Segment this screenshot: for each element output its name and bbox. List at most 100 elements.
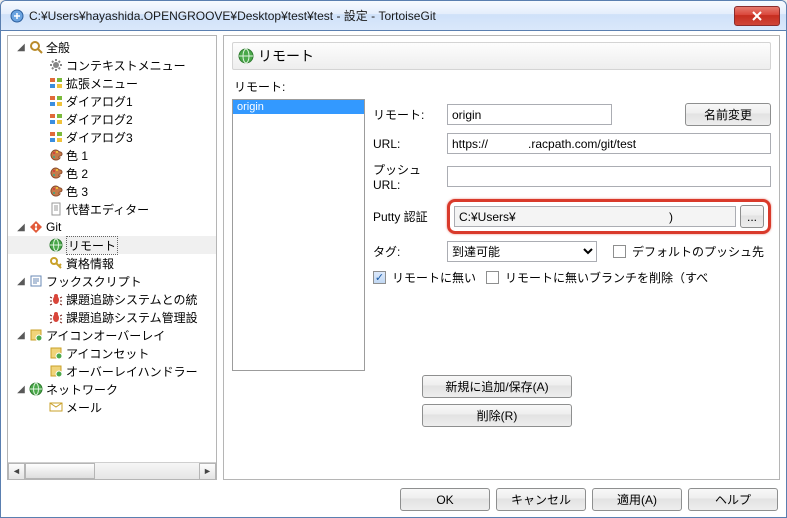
titlebar[interactable]: C:¥Users¥hayashida.OPENGROOVE¥Desktop¥te… xyxy=(1,1,786,31)
close-icon xyxy=(751,11,763,21)
tree-item-リモート[interactable]: リモート xyxy=(8,236,216,254)
section-title: リモート xyxy=(258,46,314,66)
push-url-input[interactable] xyxy=(447,166,771,187)
tree-item-label: リモート xyxy=(66,236,118,255)
gear-icon xyxy=(48,57,64,73)
close-button[interactable] xyxy=(734,6,780,26)
section-header: リモート xyxy=(232,42,771,70)
tree-item-label: 拡張メニュー xyxy=(66,75,138,92)
git-icon xyxy=(28,219,44,235)
tree-item-label: ダイアログ2 xyxy=(66,111,133,128)
tree-item-アイコンオーバーレイ[interactable]: ◢ アイコンオーバーレイ xyxy=(8,326,216,344)
expand-toggle[interactable]: ◢ xyxy=(14,384,28,395)
add-save-button[interactable]: 新規に追加/保存(A) xyxy=(422,375,572,398)
browse-button[interactable]: ... xyxy=(740,205,764,228)
hook-icon xyxy=(28,273,44,289)
tree-item-label: オーバーレイハンドラー xyxy=(66,363,198,380)
tree-item-label: 課題追跡システムとの統 xyxy=(66,291,198,308)
mail-icon xyxy=(48,399,64,415)
help-button[interactable]: ヘルプ xyxy=(688,488,778,511)
tree-item-代替エディター[interactable]: 代替エディター xyxy=(8,200,216,218)
win-icon xyxy=(48,129,64,145)
settings-tree[interactable]: ◢ 全般コンテキストメニュー拡張メニューダイアログ1ダイアログ2ダイアログ3色 1… xyxy=(8,36,216,462)
tree-item-フックスクリプト[interactable]: ◢フックスクリプト xyxy=(8,272,216,290)
tree-item-ダイアログ3[interactable]: ダイアログ3 xyxy=(8,128,216,146)
delete-button[interactable]: 削除(R) xyxy=(422,404,572,427)
tree-item-Git[interactable]: ◢ Git xyxy=(8,218,216,236)
tree-item-label: 全般 xyxy=(46,39,70,56)
tree-item-label: アイコンセット xyxy=(66,345,149,362)
remote-name-input[interactable] xyxy=(447,104,612,125)
default-push-label: デフォルトのプッシュ先 xyxy=(632,243,764,260)
tree-item-課題追跡システム管理設[interactable]: 課題追跡システム管理設 xyxy=(8,308,216,326)
scroll-track[interactable] xyxy=(25,463,199,479)
win-icon xyxy=(48,75,64,91)
tree-hscrollbar[interactable]: ◄ ► xyxy=(8,462,216,479)
tree-item-label: 代替エディター xyxy=(66,201,149,218)
window-title: C:¥Users¥hayashida.OPENGROOVE¥Desktop¥te… xyxy=(29,7,734,24)
bug-icon xyxy=(48,309,64,325)
overlay-icon xyxy=(48,363,64,379)
scroll-thumb[interactable] xyxy=(25,463,95,479)
win-icon xyxy=(48,93,64,109)
tree-item-ダイアログ2[interactable]: ダイアログ2 xyxy=(8,110,216,128)
rename-button[interactable]: 名前変更 xyxy=(685,103,771,126)
putty-key-input[interactable] xyxy=(454,206,736,227)
tree-item-課題追跡システムとの統[interactable]: 課題追跡システムとの統 xyxy=(8,290,216,308)
default-push-checkbox[interactable] xyxy=(613,245,626,258)
tree-item-label: ダイアログ1 xyxy=(66,93,133,110)
ok-button[interactable]: OK xyxy=(400,488,490,511)
palette-icon xyxy=(48,183,64,199)
overlay-icon xyxy=(48,345,64,361)
tree-item-label: Git xyxy=(46,220,61,234)
tree-item-色 3[interactable]: 色 3 xyxy=(8,182,216,200)
expand-toggle[interactable]: ◢ xyxy=(14,330,28,341)
tree-item-label: ダイアログ3 xyxy=(66,129,133,146)
tree-item-コンテキストメニュー[interactable]: コンテキストメニュー xyxy=(8,56,216,74)
remote-list-item[interactable]: origin xyxy=(233,100,364,114)
prune2-label: リモートに無いブランチを削除（すべ xyxy=(505,269,708,286)
tree-item-ネットワーク[interactable]: ◢ネットワーク xyxy=(8,380,216,398)
tag-select[interactable]: 到達可能 xyxy=(447,241,597,262)
prune1-label: リモートに無い xyxy=(392,269,476,286)
tree-item-拡張メニュー[interactable]: 拡張メニュー xyxy=(8,74,216,92)
apply-button[interactable]: 適用(A) xyxy=(592,488,682,511)
remote-actions: 新規に追加/保存(A) 削除(R) xyxy=(422,375,572,427)
putty-highlight: ... xyxy=(447,199,771,234)
prune1-checkbox[interactable]: ✓ xyxy=(373,271,386,284)
palette-icon xyxy=(48,165,64,181)
url-input[interactable] xyxy=(447,133,771,154)
tree-item-label: アイコンオーバーレイ xyxy=(46,327,165,344)
app-icon xyxy=(9,8,25,24)
push-url-label: プッシュ URL: xyxy=(373,161,443,192)
tree-item-全般[interactable]: ◢ 全般 xyxy=(8,38,216,56)
tree-item-label: 課題追跡システム管理設 xyxy=(66,309,198,326)
tree-item-label: 色 1 xyxy=(66,147,88,164)
tree-item-ダイアログ1[interactable]: ダイアログ1 xyxy=(8,92,216,110)
expand-toggle[interactable]: ◢ xyxy=(14,222,28,233)
tree-item-メール[interactable]: メール xyxy=(8,398,216,416)
expand-toggle[interactable]: ◢ xyxy=(14,276,28,287)
remote-list[interactable]: origin xyxy=(232,99,365,371)
cancel-button[interactable]: キャンセル xyxy=(496,488,586,511)
scroll-left-button[interactable]: ◄ xyxy=(8,463,25,480)
putty-label: Putty 認証 xyxy=(373,208,443,225)
main-row: ◢ 全般コンテキストメニュー拡張メニューダイアログ1ダイアログ2ダイアログ3色 1… xyxy=(7,35,780,480)
tree-item-アイコンセット[interactable]: アイコンセット xyxy=(8,344,216,362)
tree-item-色 1[interactable]: 色 1 xyxy=(8,146,216,164)
tree-item-label: 色 2 xyxy=(66,165,88,182)
right-panel: リモート リモート: origin リモート: 名 xyxy=(223,35,780,480)
prune2-checkbox[interactable] xyxy=(486,271,499,284)
remote-list-label: リモート: xyxy=(234,78,771,95)
palette-icon xyxy=(48,147,64,163)
remote-form: リモート: origin リモート: 名前変更 xyxy=(232,76,771,473)
expand-toggle[interactable]: ◢ xyxy=(14,42,28,53)
scroll-right-button[interactable]: ► xyxy=(199,463,216,480)
tree-item-資格情報[interactable]: 資格情報 xyxy=(8,254,216,272)
search-icon xyxy=(28,39,44,55)
remote-fields: リモート: 名前変更 URL: プッシュ URL: xyxy=(373,99,771,371)
tree-item-色 2[interactable]: 色 2 xyxy=(8,164,216,182)
tree-item-オーバーレイハンドラー[interactable]: オーバーレイハンドラー xyxy=(8,362,216,380)
win-icon xyxy=(48,111,64,127)
bug-icon xyxy=(48,291,64,307)
